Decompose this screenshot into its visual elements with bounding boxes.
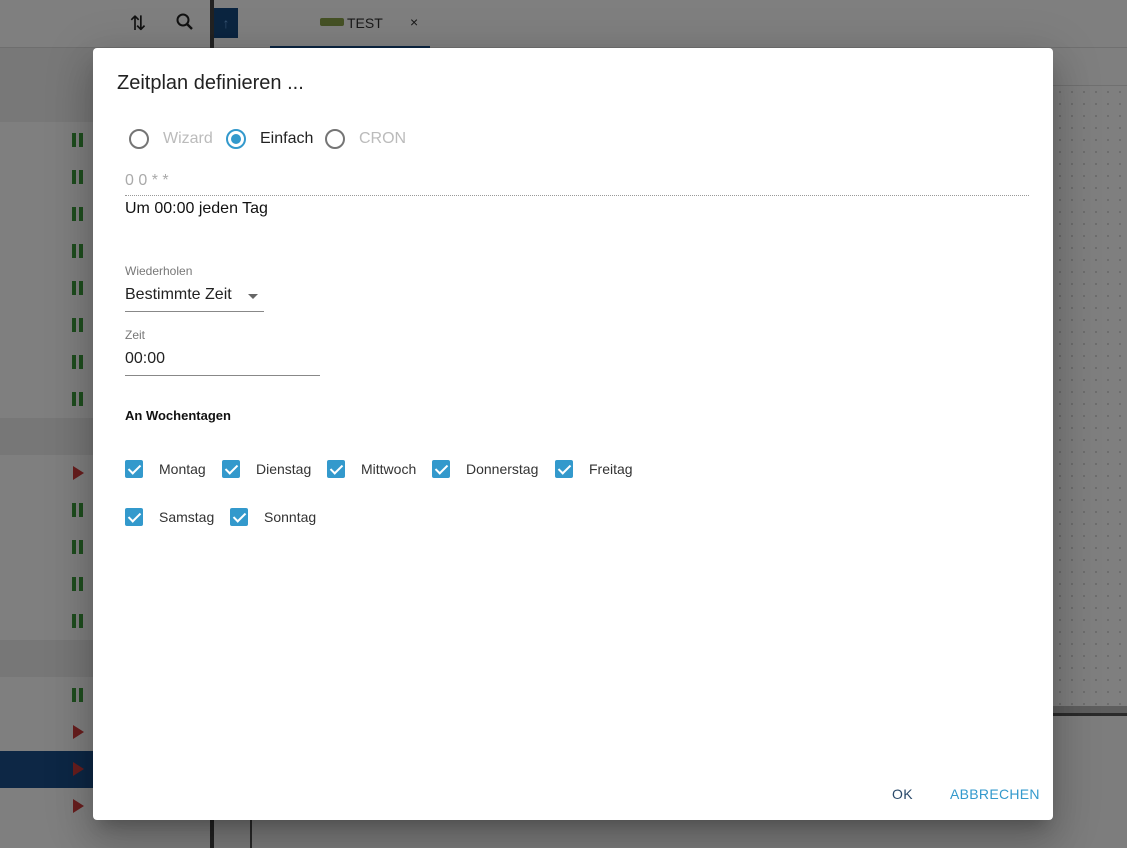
radio-label: CRON bbox=[359, 130, 407, 147]
checkbox-label: Donnerstag bbox=[466, 461, 539, 477]
radio-label: Einfach bbox=[260, 130, 314, 147]
checkbox-label: Dienstag bbox=[256, 461, 312, 477]
radio-button[interactable] bbox=[325, 129, 345, 149]
checkbox-label: Montag bbox=[159, 461, 206, 477]
checkbox[interactable] bbox=[230, 508, 248, 526]
checkbox-donnerstag[interactable]: Donnerstag bbox=[432, 459, 538, 479]
cron-expression-field: 0 0 * * bbox=[125, 168, 1029, 196]
repeat-label: Wiederholen bbox=[125, 264, 193, 278]
checkbox[interactable] bbox=[125, 508, 143, 526]
checkbox-dienstag[interactable]: Dienstag bbox=[222, 459, 311, 479]
checkbox-samstag[interactable]: Samstag bbox=[125, 507, 214, 527]
radio-button[interactable] bbox=[129, 129, 149, 149]
checkbox[interactable] bbox=[125, 460, 143, 478]
checkbox-montag[interactable]: Montag bbox=[125, 459, 206, 479]
radio-button[interactable] bbox=[226, 129, 246, 149]
checkbox[interactable] bbox=[555, 460, 573, 478]
checkbox-label: Samstag bbox=[159, 509, 215, 525]
radio-cron[interactable]: CRON bbox=[325, 127, 406, 151]
cron-description: Um 00:00 jeden Tag bbox=[125, 200, 268, 217]
radio-label: Wizard bbox=[163, 130, 213, 147]
dialog-title: Zeitplan definieren ... bbox=[117, 72, 304, 94]
cancel-button[interactable]: ABBRECHEN bbox=[950, 786, 1040, 802]
repeat-select[interactable]: Bestimmte Zeit bbox=[125, 284, 264, 312]
weekdays-title: An Wochentagen bbox=[125, 408, 231, 423]
checkbox[interactable] bbox=[432, 460, 450, 478]
checkbox-label: Sonntag bbox=[264, 509, 317, 525]
checkbox[interactable] bbox=[222, 460, 240, 478]
checkbox-label: Freitag bbox=[589, 461, 633, 477]
ok-button[interactable]: OK bbox=[892, 786, 913, 802]
checkbox[interactable] bbox=[327, 460, 345, 478]
repeat-select-value: Bestimmte Zeit bbox=[125, 286, 232, 303]
schedule-dialog: Zeitplan definieren ... Wizard Einfach C… bbox=[93, 48, 1053, 820]
dropdown-arrow-icon bbox=[248, 294, 258, 299]
radio-wizard[interactable]: Wizard bbox=[129, 127, 213, 151]
radio-einfach[interactable]: Einfach bbox=[226, 127, 313, 151]
checkbox-freitag[interactable]: Freitag bbox=[555, 459, 633, 479]
time-input-value: 00:00 bbox=[125, 350, 166, 367]
time-label: Zeit bbox=[125, 328, 146, 342]
checkbox-mittwoch[interactable]: Mittwoch bbox=[327, 459, 416, 479]
cron-expression: 0 0 * * bbox=[125, 172, 169, 189]
time-input[interactable]: 00:00 bbox=[125, 348, 320, 376]
checkbox-label: Mittwoch bbox=[361, 461, 417, 477]
checkbox-sonntag[interactable]: Sonntag bbox=[230, 507, 316, 527]
